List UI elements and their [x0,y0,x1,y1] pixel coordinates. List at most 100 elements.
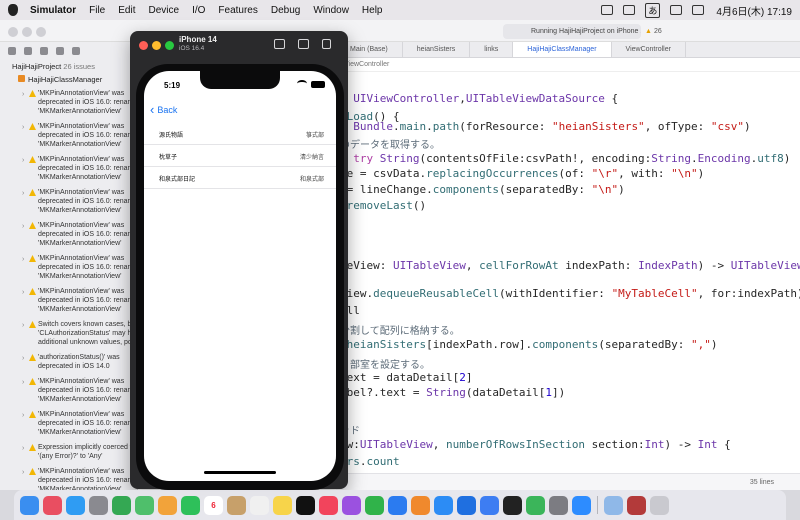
facetime-icon[interactable] [181,495,200,515]
podcasts-icon[interactable] [342,495,361,515]
menu-debug[interactable]: Debug [271,5,300,16]
warning-icon[interactable] [72,47,80,55]
chevron-right-icon[interactable]: › [22,123,24,132]
chevron-right-icon[interactable]: › [22,255,24,264]
apple-icon[interactable] [8,4,18,16]
back-button[interactable]: ‹ Back [150,103,177,116]
appstore-icon[interactable] [434,495,453,515]
issue-item[interactable]: › 'MKPinAnnotationView' was deprecated in… [0,285,137,318]
chevron-right-icon[interactable]: › [22,321,24,330]
issue-item[interactable]: › 'MKPinAnnotationView' was deprecated in… [0,186,137,219]
chevron-right-icon[interactable]: › [22,354,24,363]
sim-minimize-button[interactable] [152,41,161,50]
menu-file[interactable]: File [89,5,105,16]
chrome-icon[interactable] [112,495,131,515]
chevron-right-icon[interactable]: › [22,288,24,297]
calendar-icon[interactable]: 6 [204,495,223,515]
symbol-icon[interactable] [40,47,48,55]
zoom-icon[interactable] [572,495,591,515]
issue-item[interactable]: › 'MKPinAnnotationView' was deprecated in… [0,408,137,441]
safari-icon[interactable] [66,495,85,515]
appletv-icon[interactable] [296,495,315,515]
menu-app-simulator[interactable]: Simulator [30,5,76,16]
chevron-right-icon[interactable]: › [22,222,24,231]
menu-device[interactable]: Device [148,5,179,16]
issue-item[interactable]: › 'MKPinAnnotationView' was deprecated in… [0,465,137,490]
issue-item[interactable]: › 'MKPinAnnotationView' was deprecated in… [0,375,137,408]
issue-item[interactable]: › Expression implicitly coerced f '(any E… [0,441,137,465]
xcode-zoom-button[interactable] [36,27,46,37]
sim-zoom-button[interactable] [165,41,174,50]
reminders-icon[interactable] [250,495,269,515]
issue-item[interactable]: › 'MKPinAnnotationView' was deprecated in… [0,219,137,252]
dock-separator [597,496,598,514]
issue-item[interactable]: › 'MKPinAnnotationView' was deprecated in… [0,120,137,153]
numbers-icon[interactable] [365,495,384,515]
chevron-right-icon[interactable]: › [22,378,24,387]
activity-monitor-icon[interactable] [526,495,545,515]
source-control-icon[interactable] [24,47,32,55]
table-row[interactable]: 枕草子 清少納言 [144,145,336,167]
editor-tab[interactable]: heianSisters [403,42,471,57]
maps-icon[interactable] [135,495,154,515]
search-icon[interactable] [56,47,64,55]
home-indicator[interactable] [204,471,276,474]
music-icon[interactable] [319,495,338,515]
chevron-right-icon[interactable]: › [22,468,24,477]
chevron-right-icon[interactable]: › [22,90,24,99]
input-method-badge[interactable]: あ [645,2,661,18]
pages-icon[interactable] [411,495,430,515]
bluetooth-icon[interactable] [601,5,614,15]
issue-item[interactable]: › 'MKPinAnnotationView' was deprecated in… [0,153,137,186]
terminal-icon[interactable] [503,495,522,515]
rotate-icon[interactable] [322,39,331,49]
simulator-titlebar[interactable]: iPhone 14 iOS 16.4 [130,31,348,59]
chevron-right-icon[interactable]: › [22,411,24,420]
chevron-right-icon[interactable]: › [22,444,24,453]
home-icon[interactable] [274,39,285,49]
settings-icon[interactable] [89,495,108,515]
menu-edit[interactable]: Edit [118,5,135,16]
launchpad-icon[interactable] [43,495,62,515]
notes-icon[interactable] [273,495,292,515]
menu-features[interactable]: Features [218,5,257,16]
preview-icon[interactable] [604,495,623,515]
xcode-minimize-button[interactable] [22,27,32,37]
control-center-icon[interactable] [692,5,705,15]
editor-tab[interactable]: links [470,42,514,57]
screenshot-icon[interactable] [298,39,309,49]
xcode-close-button[interactable] [8,27,18,37]
folder-icon[interactable] [8,47,16,55]
simulator-icon[interactable] [480,495,499,515]
sim-close-button[interactable] [139,41,148,50]
system-settings-icon[interactable] [549,495,568,515]
issue-item[interactable]: › 'MKPinAnnotationView' was deprecated in… [0,252,137,285]
photos-icon[interactable] [158,495,177,515]
keynote-icon[interactable] [388,495,407,515]
finder-icon[interactable] [20,495,39,515]
menubar-clock[interactable]: 4月6日(木) 17:19 [716,3,792,18]
chevron-right-icon[interactable]: › [22,156,24,165]
issue-item[interactable]: › 'MKPinAnnotationView' was deprecated in… [0,87,137,120]
xcode-icon[interactable] [457,495,476,515]
warning-count[interactable]: 26 [645,24,662,39]
editor-tab[interactable]: HajiHajiClassManager [513,42,612,57]
contacts-icon[interactable] [227,495,246,515]
trash-icon[interactable] [650,495,669,515]
issue-project-row[interactable]: HajiHajiProject 26 issues [0,60,137,73]
dictionary-icon[interactable] [627,495,646,515]
table-row[interactable]: 和泉式部日記 和泉式部 [144,167,336,189]
menu-io[interactable]: I/O [192,5,205,16]
issue-file-row[interactable]: HajiHajiClassManager [0,73,137,87]
breadcrumb[interactable]: ViewController [336,58,800,72]
menu-window[interactable]: Window [313,5,349,16]
issue-item[interactable]: › 'authorizationStatus()' was deprecated … [0,351,137,375]
code-editor[interactable]: : UIViewController,UITableViewDataSource… [336,72,800,490]
table-row[interactable]: 源氏物語 箏式部 [144,123,336,145]
editor-tab[interactable]: ViewController [612,42,686,57]
wifi-icon[interactable] [670,5,683,15]
menu-help[interactable]: Help [362,5,383,16]
issue-item[interactable]: › Switch covers known cases, b 'CLAuthori… [0,318,137,351]
battery-icon[interactable] [623,5,636,15]
chevron-right-icon[interactable]: › [22,189,24,198]
